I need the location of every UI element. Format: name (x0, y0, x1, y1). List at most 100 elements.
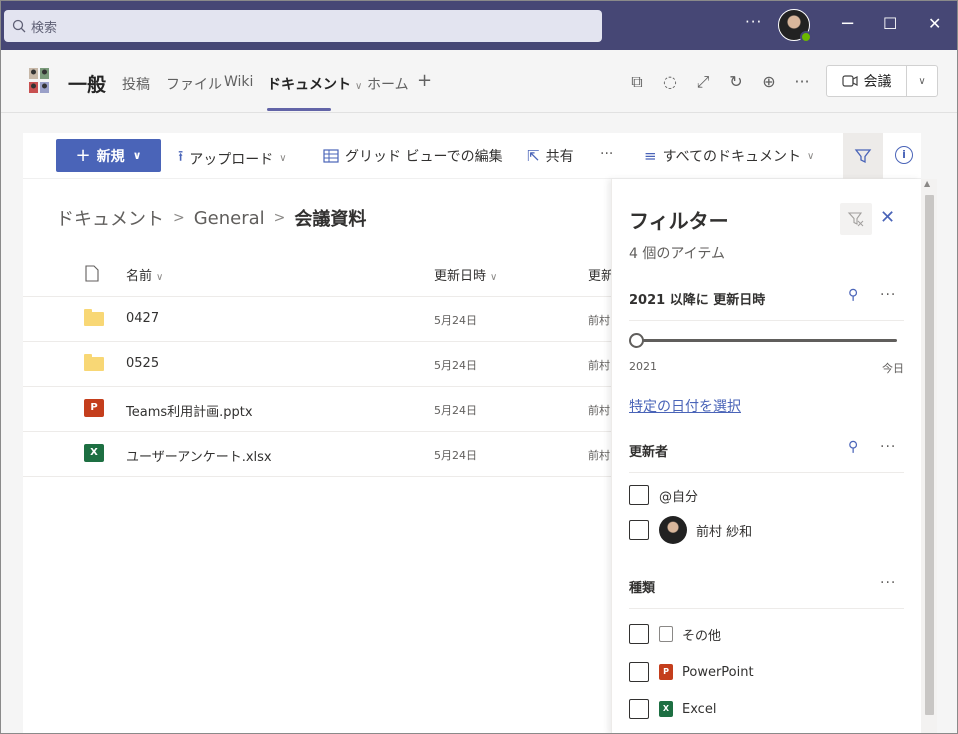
table-row[interactable]: 0525 5月24日 前村 (23, 342, 611, 387)
video-camera-icon (841, 75, 858, 87)
checkbox[interactable] (629, 662, 649, 682)
column-modified-by[interactable]: 更新 (588, 265, 611, 284)
share-button[interactable]: ⇱ 共有 (527, 146, 574, 166)
slider-min-label: 2021 (629, 360, 657, 373)
chevron-down-icon: ∨ (279, 153, 287, 164)
type-option-other[interactable]: その他 (629, 624, 721, 644)
tab-posts[interactable]: 投稿 (122, 74, 150, 94)
pin-icon[interactable]: ⚲ (848, 439, 858, 455)
tab-files[interactable]: ファイル (166, 74, 222, 94)
type-option-excel[interactable]: X Excel (629, 699, 716, 719)
status-available-icon (800, 31, 812, 43)
column-name[interactable]: 名前 ∨ (126, 265, 163, 284)
date-slider-track[interactable] (637, 339, 897, 342)
meeting-button[interactable]: 会議 ∨ (826, 65, 938, 97)
slider-max-label: 今日 (882, 362, 904, 375)
chevron-down-icon: ∨ (355, 81, 363, 92)
type-filter-header: 種類 (629, 581, 656, 596)
scroll-thumb[interactable] (925, 195, 934, 715)
file-name[interactable]: ユーザーアンケート.xlsx (126, 446, 272, 465)
close-button[interactable]: ✕ (928, 13, 941, 35)
reload-icon[interactable]: ↻ (726, 72, 746, 92)
more-options-button[interactable]: ··· (745, 13, 762, 31)
tab-wiki[interactable]: Wiki (224, 74, 253, 90)
file-name[interactable]: 0525 (126, 356, 159, 371)
expand-icon[interactable]: ⤢ (693, 72, 713, 92)
maximize-button[interactable]: ☐ (883, 13, 897, 35)
upload-button[interactable]: ⭱ アップロード ∨ (178, 146, 287, 171)
item-count: 4 個のアイテム (629, 246, 725, 262)
scrollbar[interactable]: ▲ (921, 179, 937, 733)
checkbox[interactable] (629, 485, 649, 505)
close-icon[interactable]: ✕ (880, 207, 895, 228)
document-icon (659, 626, 673, 642)
author-option-label: 前村 紗和 (696, 524, 753, 540)
date-slider-thumb[interactable] (629, 333, 644, 348)
filter-pane: フィルター ✕ 4 個のアイテム 2021 以降に 更新日時 ⚲ ··· 202… (611, 179, 921, 733)
grid-edit-label: グリッド ビューでの編集 (345, 149, 503, 165)
command-bar: + 新規 ∨ ⭱ アップロード ∨ グリッド ビューでの編集 ⇱ 共有 ··· … (23, 133, 921, 179)
date-filter-header: 2021 以降に 更新日時 (629, 293, 766, 308)
command-more-button[interactable]: ··· (600, 146, 613, 162)
type-filter-more-button[interactable]: ··· (880, 575, 896, 591)
user-avatar[interactable] (778, 9, 812, 43)
scroll-up-icon[interactable]: ▲ (924, 179, 930, 188)
chevron-down-icon: ∨ (132, 149, 142, 162)
file-type-icon[interactable] (85, 265, 99, 282)
channel-name: 一般 (68, 74, 107, 96)
grid-icon (323, 149, 339, 163)
info-icon[interactable]: i (895, 146, 913, 164)
search-placeholder: 検索 (31, 20, 58, 36)
modified-date: 5月24日 (434, 359, 477, 372)
pin-icon[interactable]: ⚲ (848, 287, 858, 303)
column-modified-label: 更新日時 (434, 269, 487, 284)
tab-documents-label: ドキュメント (267, 77, 351, 93)
clear-filter-button[interactable] (840, 203, 872, 235)
team-logo-icon (29, 68, 49, 93)
filter-button[interactable] (843, 133, 883, 179)
type-option-label: その他 (682, 628, 722, 644)
tab-documents[interactable]: ドキュメント ∨ (267, 74, 362, 94)
grid-edit-button[interactable]: グリッド ビューでの編集 (323, 146, 503, 166)
type-option-powerpoint[interactable]: P PowerPoint (629, 662, 754, 682)
channel-more-button[interactable]: ··· (792, 72, 812, 92)
meeting-dropdown-icon[interactable]: ∨ (907, 76, 937, 87)
minimize-button[interactable]: − (840, 13, 855, 35)
upload-icon: ⭱ (178, 147, 184, 165)
new-button[interactable]: + 新規 ∨ (56, 139, 161, 172)
select-date-link[interactable]: 特定の日付を選択 (629, 396, 741, 416)
meeting-main[interactable]: 会議 (827, 66, 907, 96)
checkbox[interactable] (629, 699, 649, 719)
add-tab-button[interactable]: + (417, 70, 432, 91)
divider (629, 608, 904, 609)
checkbox[interactable] (629, 624, 649, 644)
table-row[interactable]: 0427 5月24日 前村 (23, 297, 611, 342)
type-option-label: Excel (682, 701, 717, 717)
author-option-label: @自分 (659, 489, 699, 505)
modified-by: 前村 (588, 449, 610, 462)
checkbox[interactable] (629, 520, 649, 540)
breadcrumb-documents[interactable]: ドキュメント (56, 205, 164, 231)
divider (629, 472, 904, 473)
author-option-me[interactable]: @自分 (629, 485, 698, 505)
view-selector[interactable]: ≡ すべてのドキュメント ∨ (644, 146, 814, 166)
plus-icon: + (75, 145, 91, 166)
folder-icon (84, 354, 104, 371)
file-name[interactable]: 0427 (126, 311, 159, 326)
modified-date: 5月24日 (434, 314, 477, 327)
file-name[interactable]: Teams利用計画.pptx (126, 401, 253, 420)
author-option-user[interactable]: 前村 紗和 (629, 516, 752, 544)
search-box[interactable]: 検索 (4, 10, 602, 42)
conversation-icon[interactable]: ◌ (660, 72, 680, 92)
excel-icon: X (84, 444, 104, 462)
globe-icon[interactable]: ⊕ (759, 72, 779, 92)
table-row[interactable]: X ユーザーアンケート.xlsx 5月24日 前村 (23, 432, 611, 477)
author-filter-more-button[interactable]: ··· (880, 439, 896, 455)
tab-home[interactable]: ホーム (367, 74, 409, 94)
date-filter-more-button[interactable]: ··· (880, 287, 896, 303)
table-row[interactable]: P Teams利用計画.pptx 5月24日 前村 (23, 387, 611, 432)
popout-icon[interactable]: ⧉ (627, 72, 647, 92)
column-modified[interactable]: 更新日時 ∨ (434, 265, 497, 284)
breadcrumb-general[interactable]: General (194, 208, 265, 229)
author-filter-header: 更新者 (629, 445, 669, 460)
